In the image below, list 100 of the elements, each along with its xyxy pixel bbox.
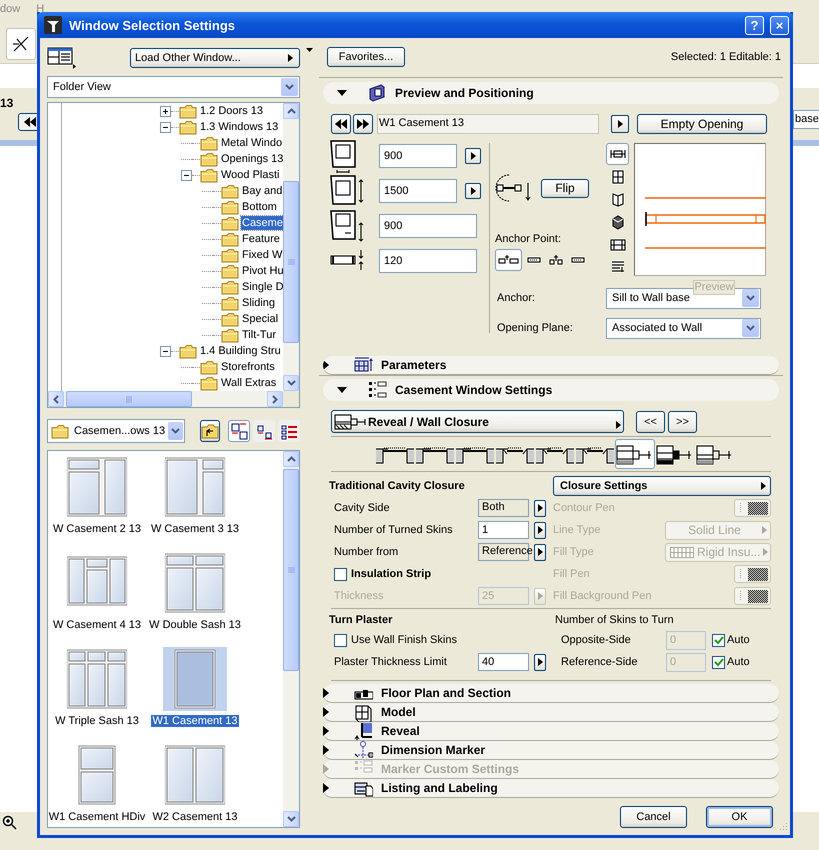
scroll-down-button[interactable] (283, 375, 299, 391)
tree-label[interactable]: Openings 13 (220, 152, 283, 166)
arrow-button[interactable] (534, 544, 546, 560)
next-button[interactable] (353, 114, 373, 134)
flip-button[interactable]: Flip (541, 178, 589, 198)
input-field[interactable]: 120 (379, 248, 477, 272)
folder-up-button[interactable] (200, 420, 220, 442)
anchor-point-button[interactable] (495, 249, 522, 271)
tree-label[interactable]: Wall Extras (220, 376, 278, 390)
scroll-down-button[interactable] (283, 811, 299, 827)
input-field[interactable]: 900 (379, 214, 477, 238)
next-page-button[interactable]: >> (668, 410, 697, 432)
dialog-button[interactable]: OK (706, 806, 773, 828)
dropdown[interactable]: Associated to Wall (606, 318, 761, 338)
section-header[interactable]: Listing and Labeling (323, 779, 779, 798)
window-drawing[interactable] (165, 457, 225, 517)
checkbox[interactable] (334, 634, 347, 646)
close-button[interactable]: × (770, 16, 789, 34)
tree-label[interactable]: Bottom (241, 200, 278, 214)
checkbox-label[interactable]: Insulation Strip (351, 568, 432, 580)
tree-label[interactable]: 1.2 Doors 13 (199, 104, 264, 118)
tree-label[interactable]: 1.3 Windows 13 (199, 120, 280, 134)
help-button[interactable]: ? (745, 16, 764, 34)
section-header[interactable]: Model (323, 703, 779, 722)
arrow-button[interactable] (534, 654, 546, 670)
tree-label[interactable]: Metal Windo (220, 136, 283, 150)
dropdown[interactable]: Casemen...ows 13 (47, 419, 185, 443)
arrow-button[interactable] (465, 182, 481, 198)
checkbox[interactable] (334, 568, 347, 580)
tree-label[interactable]: Special (241, 312, 280, 326)
page-select-button[interactable]: Reveal / Wall Closure (331, 410, 624, 433)
input-field[interactable]: base (793, 110, 819, 129)
closure-style-button[interactable] (615, 439, 655, 469)
item-label[interactable]: W1 Casement 13 (150, 715, 240, 727)
item-label[interactable]: W Double Sash 13 (147, 619, 243, 631)
scroll-thumb[interactable] (283, 469, 299, 671)
window-drawing[interactable] (67, 649, 127, 709)
window-drawing[interactable] (165, 553, 225, 613)
section-header[interactable]: Reveal (323, 722, 779, 741)
scroll-thumb[interactable] (283, 181, 299, 343)
arrow-button[interactable] (534, 500, 546, 516)
closure-settings-button[interactable]: Closure Settings (553, 476, 771, 496)
load-button[interactable]: Load Other Window... (130, 48, 300, 68)
section-header[interactable]: Parameters (323, 356, 779, 375)
expand-toggle[interactable] (160, 106, 171, 116)
dialog-button[interactable]: Cancel (620, 806, 687, 828)
input-field[interactable]: 900 (379, 144, 457, 168)
scroll-up-button[interactable] (283, 103, 299, 119)
zoom-in-icon[interactable] (2, 815, 18, 831)
view-mode-button[interactable] (228, 420, 250, 442)
input-field[interactable]: 1500 (379, 178, 457, 202)
checkbox[interactable] (712, 656, 725, 668)
item-label[interactable]: W Casement 4 13 (50, 619, 144, 631)
item-label[interactable]: W1 Casement HDiv (48, 811, 148, 823)
item-label[interactable]: W Triple Sash 13 (53, 715, 141, 727)
dropdown-arrow-button[interactable] (742, 319, 759, 337)
arrow-button[interactable] (611, 115, 629, 133)
section-header[interactable]: Dimension Marker (323, 741, 779, 760)
scroll-right-button[interactable] (267, 391, 283, 407)
arrow-button[interactable] (465, 148, 481, 164)
item-label[interactable]: W Casement 3 13 (148, 523, 242, 535)
tool-button[interactable] (6, 28, 36, 60)
tree-label[interactable]: Tilt-Tur (241, 328, 278, 342)
section-header[interactable]: Floor Plan and Section (323, 684, 779, 703)
section-header[interactable]: Preview and Positioning (323, 82, 779, 104)
scroll-up-button[interactable] (283, 451, 299, 467)
expand-toggle[interactable] (160, 346, 171, 356)
previous-page-button[interactable]: << (636, 410, 665, 432)
checkbox-label[interactable]: Use Wall Finish Skins (351, 634, 457, 646)
tree-label[interactable]: Bay and (241, 184, 283, 198)
checkbox-label[interactable]: Auto (727, 634, 750, 646)
tree-label[interactable]: Wood Plasti (220, 168, 280, 182)
dropdown-arrow-button[interactable] (742, 289, 759, 307)
window-drawing[interactable] (67, 457, 127, 517)
scroll-left-button[interactable] (48, 391, 64, 407)
tree-label[interactable]: Feature (241, 232, 281, 246)
item-label[interactable]: W Casement 2 13 (50, 523, 144, 535)
tree-label[interactable]: Storefronts (220, 360, 276, 374)
view-button[interactable] (606, 143, 629, 165)
empty-opening-button[interactable]: Empty Opening (637, 114, 767, 134)
previous-button[interactable] (331, 114, 351, 134)
input-field[interactable]: 40 (478, 653, 529, 671)
checkbox[interactable] (712, 634, 725, 646)
view-mode-button[interactable] (278, 420, 300, 442)
section-header[interactable]: Casement Window Settings (323, 379, 779, 401)
input-field[interactable]: 1 (478, 521, 529, 539)
expand-toggle[interactable] (160, 122, 171, 132)
scroll-thumb[interactable] (66, 391, 192, 407)
dropdown-arrow-button[interactable] (168, 422, 183, 440)
checkbox-label[interactable]: Auto (727, 656, 750, 668)
dropdown[interactable]: Folder View (47, 76, 300, 98)
pen-button[interactable] (734, 587, 771, 605)
arrow-button[interactable] (534, 522, 546, 538)
tree-label[interactable]: Single D (241, 280, 283, 294)
pen-button[interactable] (734, 565, 771, 583)
tree-label[interactable]: Caseme (241, 216, 283, 230)
tree-label[interactable]: Fixed W (241, 248, 283, 262)
dropdown-arrow-button[interactable] (281, 78, 298, 96)
view-mode-button[interactable] (253, 420, 275, 442)
window-drawing[interactable] (165, 745, 225, 805)
